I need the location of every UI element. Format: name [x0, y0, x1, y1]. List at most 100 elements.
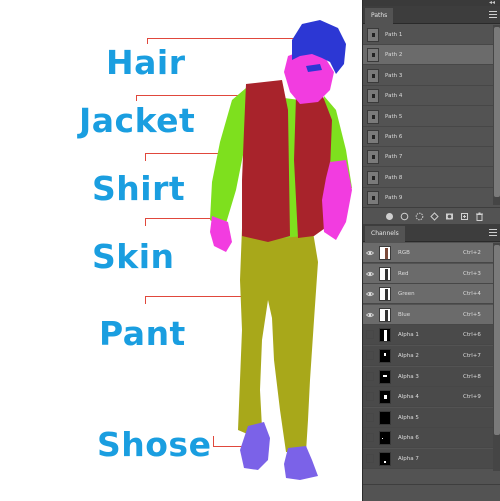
path-row[interactable]: Path 9: [363, 188, 493, 209]
channels-panel-footer: [363, 484, 500, 501]
channel-row[interactable]: Alpha 5: [363, 407, 493, 428]
delete-path-icon[interactable]: [475, 212, 484, 221]
channels-panel-menu-icon[interactable]: [489, 229, 497, 236]
path-row[interactable]: Path 8: [363, 167, 493, 188]
visibility-toggle[interactable]: [366, 351, 374, 360]
channel-thumbnail: [379, 390, 391, 405]
path-row[interactable]: Path 1: [363, 25, 493, 45]
path-thumbnail-shape: [372, 53, 375, 58]
path-row[interactable]: Path 6: [363, 127, 493, 147]
path-thumbnail: [367, 109, 379, 124]
channel-row[interactable]: Alpha 3 Ctrl+8: [363, 366, 493, 387]
visibility-eye-icon[interactable]: [366, 270, 374, 278]
document-canvas[interactable]: Hair Jacket Shirt Skin Pant Shose: [0, 0, 362, 501]
channel-label: Red: [398, 270, 409, 277]
path-row[interactable]: Path 4: [363, 86, 493, 107]
channels-scrollbar-thumb[interactable]: [494, 245, 500, 435]
channel-shortcut: Ctrl+4: [463, 291, 481, 298]
visibility-toggle[interactable]: [366, 454, 374, 463]
skin-left-hand-mask: [210, 216, 232, 252]
stroke-path-icon[interactable]: [400, 212, 409, 221]
channel-thumbnail-figure: [383, 374, 387, 377]
make-work-path-icon[interactable]: [430, 212, 439, 221]
channel-thumbnail: [379, 328, 391, 343]
channel-shortcut: Ctrl+8: [463, 373, 481, 380]
path-label: Path 9: [385, 195, 403, 202]
path-label: Path 7: [385, 154, 403, 161]
paths-panel-header: Paths: [363, 6, 500, 24]
channel-row[interactable]: Alpha 1 Ctrl+6: [363, 325, 493, 346]
path-row[interactable]: Path 7: [363, 147, 493, 168]
visibility-eye-icon[interactable]: [366, 249, 374, 257]
channel-row[interactable]: Alpha 2 Ctrl+7: [363, 346, 493, 366]
visibility-toggle[interactable]: [366, 392, 374, 402]
right-shoe-mask: [284, 446, 318, 480]
path-row[interactable]: Path 3: [363, 65, 493, 86]
channel-row[interactable]: Green Ctrl+4: [363, 284, 493, 305]
path-thumbnail-shape: [372, 135, 375, 139]
channel-thumbnail: [379, 452, 391, 466]
new-path-icon[interactable]: [460, 212, 469, 221]
channel-row[interactable]: Alpha 4 Ctrl+9: [363, 387, 493, 408]
channel-row[interactable]: RGB Ctrl+2: [363, 243, 493, 263]
path-thumbnail: [367, 170, 379, 185]
visibility-eye-icon[interactable]: [366, 311, 374, 319]
channel-label: Alpha 3: [398, 373, 419, 380]
visibility-toggle[interactable]: [366, 371, 374, 381]
channel-label: Green: [398, 291, 415, 298]
path-row[interactable]: Path 2: [363, 45, 493, 66]
paths-panel-menu-icon[interactable]: [489, 11, 497, 18]
channel-thumbnail-figure: [385, 268, 388, 280]
channel-thumbnail: [379, 349, 391, 363]
channel-thumbnail: [379, 369, 391, 384]
channel-thumbnail-figure: [382, 438, 383, 440]
channels-panel-header: Channels: [363, 224, 500, 242]
visibility-toggle[interactable]: [366, 433, 374, 443]
path-thumbnail: [367, 28, 379, 42]
channel-label: Alpha 2: [398, 353, 419, 359]
channel-row[interactable]: Alpha 7: [363, 449, 493, 469]
channel-thumbnail-figure: [385, 309, 388, 321]
tab-paths[interactable]: Paths: [365, 8, 394, 24]
channel-shortcut: Ctrl+5: [463, 311, 481, 318]
visibility-eye-icon[interactable]: [366, 290, 374, 298]
load-selection-icon[interactable]: [415, 212, 424, 221]
channel-shortcut: Ctrl+3: [463, 270, 481, 277]
fill-path-icon[interactable]: [385, 212, 394, 221]
channel-row[interactable]: Blue Ctrl+5: [363, 304, 493, 325]
path-label: Path 8: [385, 174, 403, 181]
path-label: Path 3: [385, 72, 403, 79]
channel-thumbnail: [379, 266, 391, 281]
channel-thumbnail-figure: [384, 461, 386, 463]
add-mask-icon[interactable]: [445, 212, 454, 221]
path-thumbnail-shape: [372, 73, 375, 78]
paths-scrollbar-thumb[interactable]: [494, 27, 500, 197]
channel-shortcut: Ctrl+7: [463, 353, 481, 359]
channel-label: Alpha 4: [398, 394, 419, 401]
channel-label: Alpha 7: [398, 456, 419, 462]
path-thumbnail: [367, 130, 379, 144]
path-label: Path 1: [385, 32, 403, 38]
channel-row[interactable]: Red Ctrl+3: [363, 263, 493, 284]
channel-thumbnail: [379, 307, 391, 322]
path-thumbnail: [367, 89, 379, 104]
tab-channels[interactable]: Channels: [365, 226, 405, 242]
channel-row[interactable]: Alpha 6: [363, 428, 493, 449]
visibility-toggle[interactable]: [366, 330, 374, 340]
channel-label: RGB: [398, 250, 410, 256]
channels-scrollbar[interactable]: [493, 243, 500, 471]
channel-thumbnail: [379, 431, 391, 446]
path-label: Path 2: [385, 52, 403, 59]
paths-scrollbar[interactable]: [493, 25, 500, 205]
jacket-mask: [242, 80, 290, 242]
pant-mask: [238, 226, 318, 452]
channel-label: Alpha 6: [398, 435, 419, 442]
channel-label: Alpha 5: [398, 414, 419, 421]
visibility-toggle[interactable]: [366, 412, 374, 422]
channel-thumbnail: [379, 287, 391, 302]
channel-thumbnail-figure: [385, 289, 388, 301]
path-thumbnail-shape: [372, 196, 375, 201]
channel-label: Alpha 1: [398, 332, 419, 339]
path-row[interactable]: Path 5: [363, 106, 493, 127]
path-thumbnail: [367, 150, 379, 165]
